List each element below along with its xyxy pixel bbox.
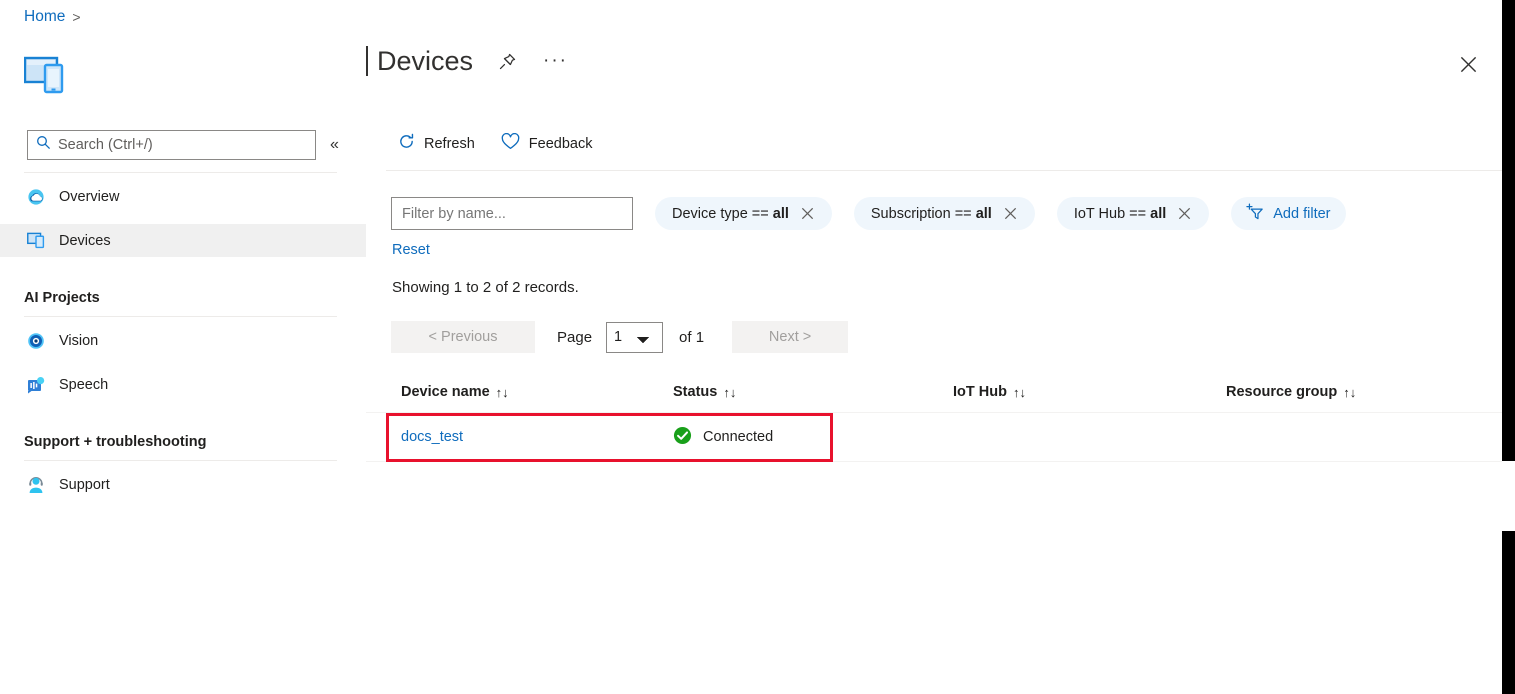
sidebar-divider-ai-projects xyxy=(24,316,337,317)
filter-chip-device-type-close-icon[interactable] xyxy=(800,206,815,221)
next-page-button[interactable]: Next > xyxy=(732,321,848,353)
sidebar: « Overview Devices AI xyxy=(0,44,366,694)
refresh-button-label: Refresh xyxy=(424,136,475,152)
refresh-icon xyxy=(398,133,415,154)
filter-chip-subscription-text: Subscription == all xyxy=(871,206,992,222)
sidebar-group-title-ai-projects: AI Projects xyxy=(24,288,100,308)
feedback-button-label: Feedback xyxy=(529,136,593,152)
column-header-status[interactable]: Status ↑↓ xyxy=(673,384,953,400)
filter-chip-iot-hub-text: IoT Hub == all xyxy=(1074,206,1166,222)
sort-updown-icon[interactable]: ↑↓ xyxy=(723,385,736,400)
previous-page-button[interactable]: < Previous xyxy=(391,321,535,353)
sidebar-item-devices-label: Devices xyxy=(59,233,111,249)
page-label: Page xyxy=(557,329,592,346)
right-edge-black-strip-bottom xyxy=(1502,531,1515,694)
refresh-button[interactable]: Refresh xyxy=(396,130,477,157)
filter-chip-subscription-operator: == xyxy=(955,206,972,222)
page-title: Devices xyxy=(377,44,473,78)
filter-chip-device-type-value: all xyxy=(773,206,789,222)
heart-icon xyxy=(501,133,520,154)
column-header-resource-group-label: Resource group xyxy=(1226,384,1337,400)
add-filter-button[interactable]: Add filter xyxy=(1231,197,1345,230)
filter-chip-device-type-field: Device type xyxy=(672,206,748,222)
filter-by-name-input[interactable] xyxy=(391,197,633,230)
app-root: Home > « xyxy=(0,0,1515,694)
filter-chip-device-type-operator: == xyxy=(752,206,769,222)
filter-chip-subscription[interactable]: Subscription == all xyxy=(854,197,1035,230)
search-input[interactable] xyxy=(58,137,307,153)
filter-chip-iot-hub-operator: == xyxy=(1129,206,1146,222)
sidebar-item-overview[interactable]: Overview xyxy=(0,180,366,213)
cell-device-name[interactable]: docs_test xyxy=(401,429,673,445)
table-header-row: Device name ↑↓ Status ↑↓ IoT Hub ↑↓ Reso… xyxy=(366,372,1502,412)
column-header-iot-hub-label: IoT Hub xyxy=(953,384,1007,400)
filter-chip-subscription-value: all xyxy=(976,206,992,222)
devices-table: Device name ↑↓ Status ↑↓ IoT Hub ↑↓ Reso… xyxy=(366,372,1502,462)
filter-chip-subscription-field: Subscription xyxy=(871,206,951,222)
cell-status: Connected xyxy=(673,426,953,449)
support-agent-icon xyxy=(27,476,45,494)
sidebar-item-devices[interactable]: Devices xyxy=(0,224,366,257)
ellipsis-icon[interactable]: ··· xyxy=(543,55,568,67)
filter-bar: Device type == all Subscription == all xyxy=(391,197,1346,230)
page-total-label: of 1 xyxy=(679,329,704,346)
devices-icon xyxy=(27,232,45,250)
sidebar-item-speech[interactable]: Speech xyxy=(0,368,366,401)
page-header: Devices ··· xyxy=(366,44,568,78)
filter-chip-iot-hub[interactable]: IoT Hub == all xyxy=(1057,197,1209,230)
cell-status-label: Connected xyxy=(703,429,773,445)
title-accent-bar xyxy=(366,46,368,76)
add-filter-label: Add filter xyxy=(1273,206,1330,222)
filter-chip-iot-hub-field: IoT Hub xyxy=(1074,206,1125,222)
sidebar-group-title-support: Support + troubleshooting xyxy=(24,432,206,452)
add-filter-funnel-icon xyxy=(1246,203,1265,225)
sidebar-collapse-icon[interactable]: « xyxy=(330,133,339,157)
close-icon[interactable] xyxy=(1456,52,1480,76)
feedback-button[interactable]: Feedback xyxy=(499,130,595,157)
column-header-device-name-label: Device name xyxy=(401,384,490,400)
breadcrumb: Home > xyxy=(24,6,81,28)
check-circle-success-icon xyxy=(673,426,692,449)
breadcrumb-item-home[interactable]: Home xyxy=(24,6,65,28)
sidebar-item-vision-label: Vision xyxy=(59,333,98,349)
filter-chip-device-type[interactable]: Device type == all xyxy=(655,197,832,230)
right-edge-black-strip-top xyxy=(1502,0,1515,461)
sidebar-item-speech-label: Speech xyxy=(59,377,108,393)
column-header-iot-hub[interactable]: IoT Hub ↑↓ xyxy=(953,384,1226,400)
speech-speaker-icon xyxy=(27,376,45,394)
sidebar-divider-support xyxy=(24,460,337,461)
column-header-device-name[interactable]: Device name ↑↓ xyxy=(401,384,673,400)
breadcrumb-separator-icon: > xyxy=(72,6,80,28)
reset-filters-link[interactable]: Reset xyxy=(392,242,430,258)
resource-devices-icon xyxy=(24,56,66,99)
overview-cloud-icon xyxy=(27,188,45,206)
search-icon xyxy=(36,135,51,155)
sidebar-item-support-label: Support xyxy=(59,477,110,493)
table-row[interactable]: docs_test Connected xyxy=(366,412,1502,462)
sidebar-search[interactable] xyxy=(27,130,316,160)
page-number-select[interactable]: 1 xyxy=(606,322,663,353)
sort-updown-icon[interactable]: ↑↓ xyxy=(1343,385,1356,400)
sidebar-item-support[interactable]: Support xyxy=(0,468,366,501)
filter-chip-iot-hub-value: all xyxy=(1150,206,1166,222)
filter-chip-subscription-close-icon[interactable] xyxy=(1003,206,1018,221)
sort-updown-icon[interactable]: ↑↓ xyxy=(496,385,509,400)
column-header-resource-group[interactable]: Resource group ↑↓ xyxy=(1226,384,1486,400)
vision-eye-icon xyxy=(27,332,45,350)
toolbar-divider xyxy=(386,170,1502,171)
sort-updown-icon[interactable]: ↑↓ xyxy=(1013,385,1026,400)
sidebar-divider-top xyxy=(24,172,337,173)
command-toolbar: Refresh Feedback xyxy=(396,130,594,157)
pin-icon[interactable] xyxy=(498,52,517,71)
main-panel: Devices ··· xyxy=(366,0,1502,694)
column-header-status-label: Status xyxy=(673,384,717,400)
filter-chip-device-type-text: Device type == all xyxy=(672,206,789,222)
records-summary-text: Showing 1 to 2 of 2 records. xyxy=(392,279,579,296)
sidebar-item-overview-label: Overview xyxy=(59,189,119,205)
filter-chip-iot-hub-close-icon[interactable] xyxy=(1177,206,1192,221)
pagination: < Previous Page 1 of 1 Next > xyxy=(391,321,848,353)
sidebar-item-vision[interactable]: Vision xyxy=(0,324,366,357)
